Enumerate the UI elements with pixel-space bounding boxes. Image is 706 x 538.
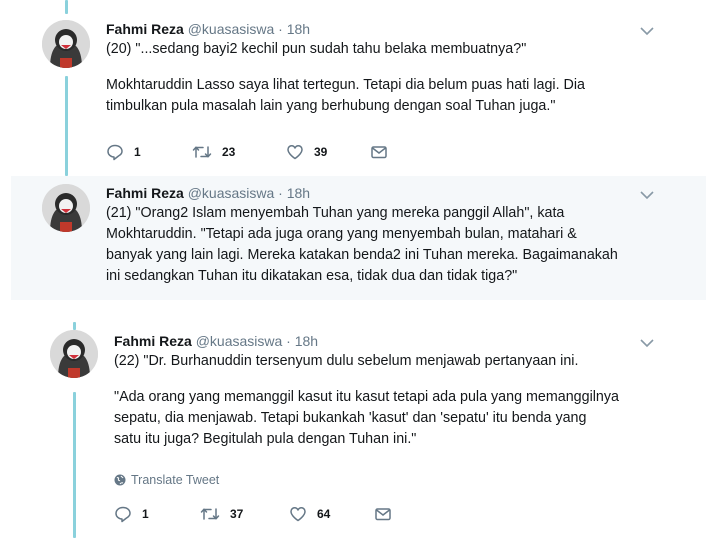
retweet-count: 37 — [230, 507, 244, 521]
tweet-20[interactable]: Fahmi Reza @kuasasiswa · 18h (20) "...se… — [0, 0, 706, 176]
translate-tweet-link[interactable]: Translate Tweet — [114, 473, 219, 487]
retweet-button[interactable]: 37 — [200, 504, 243, 524]
tweet-actions: 1 37 64 — [114, 504, 414, 524]
like-count: 64 — [317, 507, 331, 521]
retweet-icon — [200, 508, 220, 520]
tweet-text: (22) "Dr. Burhanuddin tersenyum dulu seb… — [114, 351, 619, 450]
envelope-icon — [375, 508, 391, 521]
tweet-header: Fahmi Reza @kuasasiswa · 18h — [114, 332, 318, 350]
tweet-text-line: Mokhtaruddin. "Tetapi ada juga orang yan… — [106, 226, 577, 242]
chevron-down-icon[interactable] — [638, 22, 656, 40]
retweet-button[interactable]: 23 — [192, 142, 235, 162]
author-handle[interactable]: @kuasasiswa — [188, 185, 275, 201]
reply-button[interactable]: 1 — [106, 142, 141, 162]
author-name[interactable]: Fahmi Reza — [106, 185, 184, 201]
tweet-22[interactable]: Fahmi Reza @kuasasiswa · 18h (22) "Dr. B… — [0, 300, 706, 538]
tweet-header: Fahmi Reza @kuasasiswa · 18h — [106, 20, 310, 38]
like-button[interactable]: 64 — [289, 504, 330, 524]
like-icon — [290, 507, 306, 522]
tweet-time[interactable]: · 18h — [278, 21, 310, 37]
reply-icon — [107, 144, 123, 161]
tweet-header: Fahmi Reza @kuasasiswa · 18h — [106, 184, 310, 202]
avatar[interactable] — [42, 20, 90, 68]
tweet-text-line: (22) "Dr. Burhanuddin tersenyum dulu seb… — [114, 353, 579, 369]
chevron-down-icon[interactable] — [638, 334, 656, 352]
reply-count: 1 — [134, 145, 141, 159]
tweet-actions: 1 23 39 — [106, 142, 406, 162]
tweet-text: (21) "Orang2 Islam menyembah Tuhan yang … — [106, 203, 618, 287]
avatar[interactable] — [42, 184, 90, 232]
tweet-text-line: sepatu, dia menjawab. Tetapi bukankah 'k… — [114, 410, 587, 426]
avatar[interactable] — [50, 330, 98, 378]
reply-button[interactable]: 1 — [114, 504, 149, 524]
tweet-text-line: banyak yang lain lagi. Mereka katakan be… — [106, 247, 618, 263]
tweet-time[interactable]: · 18h — [278, 185, 310, 201]
globe-icon — [114, 474, 126, 486]
translate-label[interactable]: Translate Tweet — [131, 473, 219, 487]
tweet-text-line: satu itu juga? Begitulah pula dengan Tuh… — [114, 431, 417, 447]
retweet-count: 23 — [222, 145, 236, 159]
tweet-text-line: (20) "...sedang bayi2 kechil pun sudah t… — [106, 41, 527, 57]
like-icon — [287, 145, 303, 160]
reply-icon — [115, 506, 131, 523]
author-name[interactable]: Fahmi Reza — [114, 333, 192, 349]
chevron-down-icon[interactable] — [638, 186, 656, 204]
tweet-text-line: timbulkan pula masalah lain yang berhubu… — [106, 98, 556, 114]
tweet-text: (20) "...sedang bayi2 kechil pun sudah t… — [106, 39, 585, 117]
author-handle[interactable]: @kuasasiswa — [196, 333, 283, 349]
tweet-text-line: ini sedangkan Tuhan itu dikatakan esa, t… — [106, 268, 518, 284]
dm-button[interactable] — [374, 504, 392, 524]
tweet-21[interactable]: Fahmi Reza @kuasasiswa · 18h (21) "Orang… — [11, 176, 706, 300]
reply-count: 1 — [142, 507, 149, 521]
like-count: 39 — [314, 145, 328, 159]
tweet-text-line: (21) "Orang2 Islam menyembah Tuhan yang … — [106, 205, 565, 221]
envelope-icon — [371, 146, 387, 159]
like-button[interactable]: 39 — [286, 142, 327, 162]
author-name[interactable]: Fahmi Reza — [106, 21, 184, 37]
tweet-time[interactable]: · 18h — [286, 333, 318, 349]
retweet-icon — [192, 146, 212, 158]
tweet-text-line: "Ada orang yang memanggil kasut itu kasu… — [114, 389, 619, 405]
author-handle[interactable]: @kuasasiswa — [188, 21, 275, 37]
tweet-text-line: Mokhtaruddin Lasso saya lihat tertegun. … — [106, 77, 585, 93]
dm-button[interactable] — [370, 142, 388, 162]
